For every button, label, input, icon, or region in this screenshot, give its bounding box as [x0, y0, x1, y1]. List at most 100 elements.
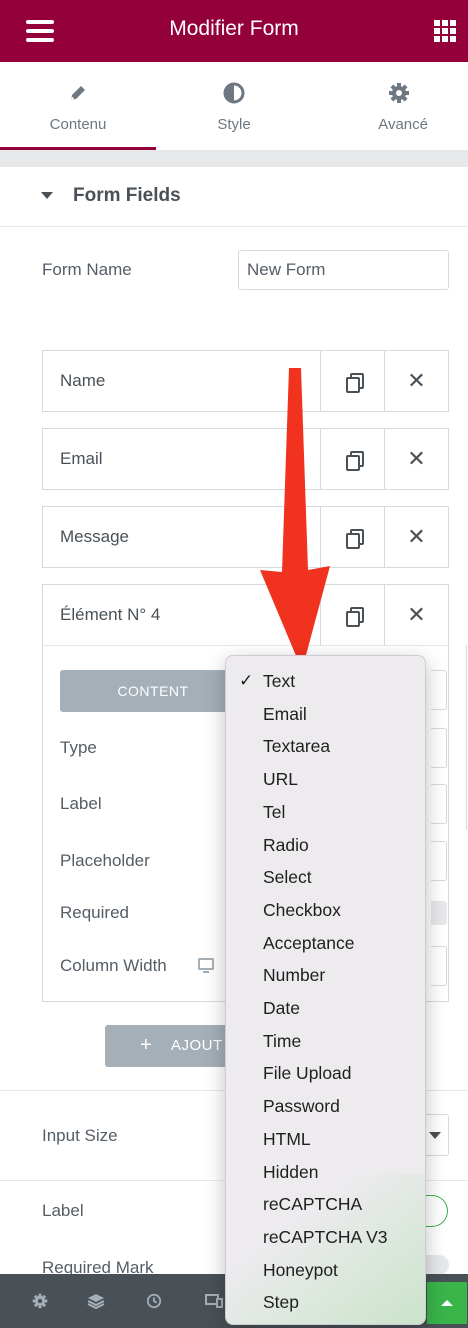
repeater-item: Email ✕: [42, 428, 449, 490]
dropdown-option[interactable]: ✓ Text: [226, 665, 425, 698]
label-label: Label: [60, 794, 102, 813]
repeater-item-title[interactable]: Message: [60, 527, 129, 547]
tab-advanced[interactable]: Avancé: [312, 62, 468, 150]
scrollbar-track[interactable]: [466, 645, 467, 830]
close-icon: ✕: [407, 524, 426, 549]
remove-button[interactable]: ✕: [384, 507, 448, 567]
dropdown-option-label: Tel: [263, 801, 286, 822]
add-item-button[interactable]: + AJOUT: [105, 1025, 230, 1067]
dropdown-option-label: Text: [263, 671, 296, 691]
repeater-item-title[interactable]: Name: [60, 371, 105, 391]
widgets-grid-icon[interactable]: [434, 20, 456, 42]
dropdown-option[interactable]: Checkbox: [226, 894, 425, 927]
dropdown-option-label: Email: [263, 703, 307, 724]
tab-content[interactable]: Contenu: [0, 62, 156, 150]
dropdown-option[interactable]: Acceptance: [226, 927, 425, 960]
dropdown-option[interactable]: Tel: [226, 796, 425, 829]
dropdown-option[interactable]: reCAPTCHA: [226, 1188, 425, 1221]
section-title: Form Fields: [73, 185, 181, 206]
dropdown-option[interactable]: File Upload: [226, 1057, 425, 1090]
remove-button[interactable]: ✕: [384, 351, 448, 411]
tab-content-label: Contenu: [49, 116, 107, 133]
placeholder-input-edge[interactable]: [431, 841, 447, 881]
responsive-icon[interactable]: [203, 1290, 225, 1312]
duplicate-button[interactable]: [320, 429, 384, 489]
form-fields-section-toggle[interactable]: Form Fields: [0, 167, 468, 227]
dropdown-option-label: Password: [263, 1096, 340, 1117]
dropdown-option[interactable]: Email: [226, 698, 425, 731]
dropdown-option-label: Hidden: [263, 1161, 319, 1182]
dropdown-option[interactable]: Select: [226, 861, 425, 894]
publish-options-button[interactable]: [427, 1282, 467, 1324]
form-name-input[interactable]: New Form: [238, 250, 449, 290]
dropdown-option[interactable]: Radio: [226, 829, 425, 862]
required-mark-switch[interactable]: [423, 1255, 449, 1275]
desktop-icon[interactable]: [198, 958, 214, 973]
type-select-edge[interactable]: [431, 728, 447, 768]
dropdown-option[interactable]: reCAPTCHA V3: [226, 1221, 425, 1254]
settings-icon[interactable]: [29, 1290, 51, 1312]
duplicate-icon: [345, 451, 364, 471]
label-toggle-label: Label: [42, 1201, 84, 1220]
tab-style-label: Style: [217, 116, 251, 133]
duplicate-button[interactable]: [320, 507, 384, 567]
history-icon[interactable]: [143, 1290, 165, 1312]
dropdown-option[interactable]: URL: [226, 763, 425, 796]
column-width-select-edge[interactable]: [431, 946, 447, 986]
repeater-item: Message ✕: [42, 506, 449, 568]
editor-header: Modifier Form: [0, 0, 468, 62]
dropdown-option-label: Step: [263, 1292, 299, 1313]
gear-icon: [312, 82, 468, 104]
close-icon: ✕: [407, 602, 426, 627]
content-tab-button[interactable]: CONTENT: [60, 670, 246, 712]
dropdown-option[interactable]: Honeypot: [226, 1254, 425, 1287]
close-icon: ✕: [407, 368, 426, 393]
dropdown-option[interactable]: Number: [226, 959, 425, 992]
placeholder-label: Placeholder: [60, 851, 150, 870]
dropdown-option[interactable]: Password: [226, 1090, 425, 1123]
panel-title: Modifier Form: [169, 17, 299, 40]
dropdown-option[interactable]: Hidden: [226, 1156, 425, 1189]
field-type-dropdown: ✓ Text Email Textarea URL Tel Radio Select Check…: [225, 655, 426, 1325]
dropdown-option-label: Number: [263, 965, 326, 986]
panel-tabs: Contenu Style Avancé: [0, 62, 468, 150]
caret-down-icon: [41, 192, 53, 199]
duplicate-icon: [345, 607, 364, 627]
dropdown-option-label: Honeypot: [263, 1259, 338, 1280]
dropdown-option[interactable]: HTML: [226, 1123, 425, 1156]
half-circle-icon: [156, 82, 312, 104]
required-switch-edge[interactable]: [431, 901, 447, 925]
input-size-select[interactable]: [422, 1114, 449, 1156]
dropdown-option-label: reCAPTCHA: [263, 1194, 363, 1215]
style-tab-edge: [431, 670, 447, 710]
dropdown-option[interactable]: Step: [226, 1286, 425, 1319]
dropdown-option-label: Radio: [263, 834, 309, 855]
duplicate-button[interactable]: [320, 351, 384, 411]
dropdown-option-label: Checkbox: [263, 899, 341, 920]
column-width-label: Column Width: [60, 956, 167, 975]
dropdown-option[interactable]: Textarea: [226, 730, 425, 763]
tab-style[interactable]: Style: [156, 62, 312, 150]
remove-button[interactable]: ✕: [384, 585, 448, 645]
separator-strip: [0, 150, 468, 167]
input-size-label: Input Size: [42, 1126, 118, 1145]
dropdown-option[interactable]: Date: [226, 992, 425, 1025]
required-mark-label: Required Mark: [42, 1258, 154, 1274]
remove-button[interactable]: ✕: [384, 429, 448, 489]
dropdown-option-label: File Upload: [263, 1063, 352, 1084]
dropdown-option-label: URL: [263, 769, 299, 790]
dropdown-option-label: HTML: [263, 1128, 311, 1149]
dropdown-option-label: Date: [263, 998, 300, 1018]
layers-icon[interactable]: [85, 1290, 107, 1312]
repeater-item-active: Élément N° 4 ✕: [42, 584, 449, 646]
repeater-item-title[interactable]: Email: [60, 449, 103, 469]
duplicate-button[interactable]: [320, 585, 384, 645]
label-input-edge[interactable]: [431, 784, 447, 824]
plus-icon: +: [140, 1034, 153, 1056]
repeater-item-title[interactable]: Élément N° 4: [60, 605, 160, 625]
dropdown-option[interactable]: Time: [226, 1025, 425, 1058]
required-label: Required: [60, 903, 129, 922]
dropdown-option-label: reCAPTCHA V3: [263, 1226, 388, 1247]
form-name-label: Form Name: [42, 260, 132, 279]
duplicate-icon: [345, 529, 364, 549]
